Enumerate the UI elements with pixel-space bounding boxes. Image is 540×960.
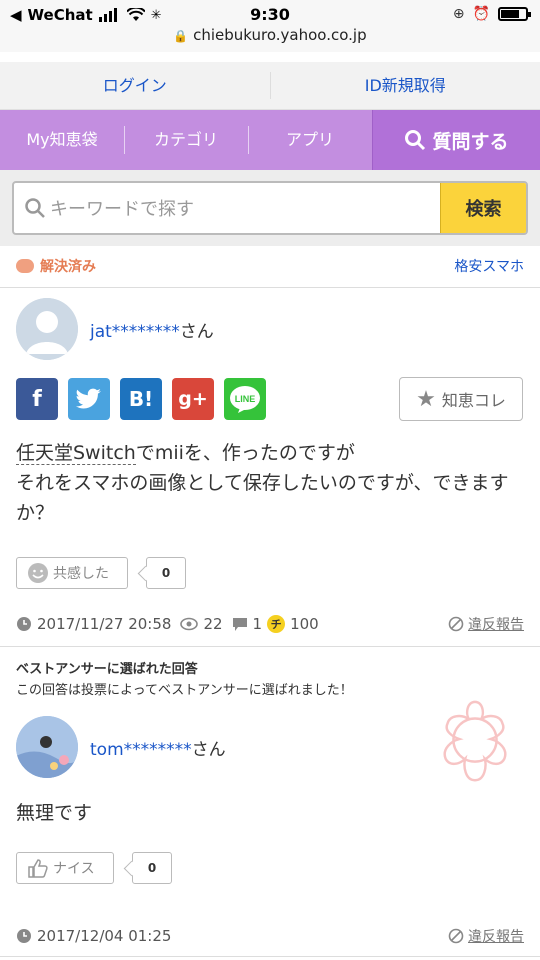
line-icon[interactable]: LINE	[224, 378, 266, 420]
register-link[interactable]: ID新規取得	[271, 62, 540, 109]
ask-question-button[interactable]: 質問する	[372, 110, 540, 170]
speech-bubble-icon	[16, 259, 34, 273]
prohibit-icon	[448, 616, 464, 632]
honorific: さん	[179, 321, 214, 342]
honorific: さん	[191, 739, 226, 760]
thumbs-up-icon	[28, 859, 48, 878]
search-icon	[25, 198, 45, 218]
user-photo-icon	[16, 716, 78, 778]
avatar[interactable]	[16, 716, 78, 778]
nice-count: 0	[132, 852, 172, 884]
search-button[interactable]: 検索	[440, 183, 526, 233]
search-placeholder: キーワードで探す	[50, 199, 194, 220]
nice-row: ナイス 0	[16, 852, 172, 884]
battery-icon	[498, 7, 531, 21]
resolved-label: 解決済み	[40, 259, 96, 275]
question-line-2: それをスマホの画像として保存したいのですが、できますか？	[16, 472, 509, 524]
question-meta: 2017/11/27 20:58 22 1 チ 100 違反報告	[16, 614, 524, 634]
chiebukuro-collection-button[interactable]: ★ 知恵コレ	[399, 377, 523, 421]
search-input[interactable]: キーワードで探す	[14, 183, 440, 233]
best-answer-stamp-icon	[443, 700, 507, 782]
nice-button[interactable]: ナイス	[16, 852, 114, 884]
report-link[interactable]: 違反報告	[448, 614, 524, 634]
url-text: chiebukuro.yahoo.co.jp	[193, 26, 367, 44]
star-icon: ★	[416, 386, 436, 412]
answer-meta: 2017/12/04 01:25 違反報告	[16, 926, 524, 946]
prohibit-icon	[448, 928, 464, 944]
lock-icon: 🔒	[173, 29, 189, 43]
search-area: キーワードで探す 検索	[0, 170, 540, 246]
view-count: 22	[203, 615, 223, 633]
empathy-row: 共感した 0	[16, 557, 186, 589]
question-tag-row: 解決済み 格安スマホ	[16, 256, 524, 276]
nav-category[interactable]: カテゴリ	[124, 110, 248, 170]
alarm-icon: ⏰	[472, 6, 490, 22]
google-plus-icon[interactable]: g+	[172, 378, 214, 420]
answer-count: 1	[252, 615, 263, 633]
question-body: 任天堂Switchでmiiを、作ったのですが それをスマホの画像として保存したい…	[16, 438, 528, 528]
report-link[interactable]: 違反報告	[448, 926, 524, 946]
main-nav: My知恵袋 カテゴリ アプリ 質問する	[0, 110, 540, 170]
resolved-badge: 解決済み	[16, 256, 96, 276]
keyword-link[interactable]: 任天堂Switch	[16, 442, 136, 465]
auth-bar: ログイン ID新規取得	[0, 62, 540, 110]
search-icon	[405, 130, 426, 151]
clock-icon	[17, 929, 31, 943]
user-id: tom********	[90, 739, 192, 760]
category-link[interactable]: 格安スマホ	[454, 256, 524, 276]
avatar[interactable]	[16, 298, 78, 360]
coin-count: 100	[290, 615, 319, 633]
question-line-1: 任天堂Switchでmiiを、作ったのですが	[16, 438, 528, 468]
coin-icon: チ	[267, 615, 286, 633]
status-bar: ◀ WeChat ✳ 9:30 ⊕ ⏰ 🔒 chiebukuro.yahoo.c…	[0, 0, 540, 52]
answer-body: 無理です	[16, 802, 93, 824]
rotation-lock-icon: ⊕	[452, 6, 465, 22]
nav-app[interactable]: アプリ	[248, 110, 372, 170]
hatena-bookmark-icon[interactable]: B!	[120, 378, 162, 420]
answerer: tom********さん	[16, 716, 226, 778]
comment-icon	[232, 617, 247, 631]
svg-text:LINE: LINE	[235, 394, 256, 404]
facebook-icon[interactable]: f	[16, 378, 58, 420]
chiebukuro-label: 知恵コレ	[441, 391, 506, 410]
empathy-button[interactable]: 共感した	[16, 557, 128, 589]
search-form: キーワードで探す 検索	[12, 181, 528, 235]
nice-label: ナイス	[53, 861, 95, 877]
clock-icon	[17, 617, 31, 631]
questioner-name[interactable]: jat********さん	[90, 317, 214, 342]
divider	[0, 956, 540, 957]
report-label: 違反報告	[468, 617, 524, 633]
share-buttons: f B! g+ LINE	[16, 378, 266, 420]
answerer-name[interactable]: tom********さん	[90, 735, 226, 760]
nav-my-chiebukuro[interactable]: My知恵袋	[0, 110, 124, 170]
question-text: でmiiを、作ったのですが	[135, 442, 355, 464]
best-answer-title: ベストアンサーに選ばれた回答	[16, 662, 198, 677]
divider	[0, 646, 540, 647]
empathy-count: 0	[146, 557, 186, 589]
smile-icon	[28, 563, 48, 583]
login-link[interactable]: ログイン	[0, 62, 270, 109]
answer-date: 2017/12/04 01:25	[37, 927, 172, 945]
eye-icon	[180, 617, 199, 631]
empathy-label: 共感した	[53, 566, 109, 582]
post-date: 2017/11/27 20:58	[37, 615, 172, 633]
user-id: jat********	[90, 321, 180, 342]
ask-label: 質問する	[432, 130, 509, 153]
divider	[0, 287, 540, 288]
best-answer-subtitle: この回答は投票によってベストアンサーに選ばれました！	[16, 683, 353, 698]
questioner: jat********さん	[16, 298, 214, 360]
address-bar[interactable]: 🔒 chiebukuro.yahoo.co.jp	[0, 26, 540, 44]
twitter-icon[interactable]	[68, 378, 110, 420]
status-icons: ⊕ ⏰	[452, 6, 531, 22]
report-label: 違反報告	[468, 929, 524, 945]
default-user-icon	[16, 298, 78, 360]
